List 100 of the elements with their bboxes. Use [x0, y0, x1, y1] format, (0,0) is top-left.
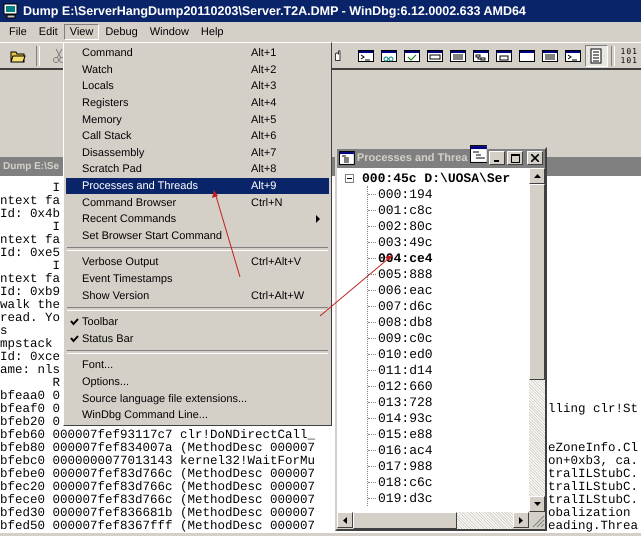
menu-item[interactable]: Disassembly Alt+7	[66, 144, 329, 162]
document-icon[interactable]	[588, 48, 604, 64]
menu-item[interactable]: Debug	[99, 24, 144, 40]
window-title: Processes and Threa	[356, 152, 468, 164]
binary-mode-button[interactable]: 101 101	[618, 46, 641, 64]
menu-item[interactable]: Memory Alt+5	[66, 111, 329, 128]
scroll-up-icon[interactable]	[534, 174, 540, 178]
output-text: bfece0 000007fef83d766c (MethodDesc 000007	[0, 494, 316, 507]
menu-item[interactable]: Command Alt+1	[66, 45, 329, 62]
close-button[interactable]	[527, 151, 543, 165]
menu-item[interactable]: Call Stack Alt+6	[66, 128, 329, 145]
output-text: tralILStubC.	[548, 494, 638, 507]
menu-item[interactable]: Event Timestamps	[66, 270, 329, 288]
minimize-button[interactable]	[489, 151, 506, 165]
window-icon[interactable]	[470, 145, 488, 163]
collapse-icon[interactable]	[345, 174, 354, 182]
thread-node[interactable]: 014:93c	[378, 410, 433, 426]
blank-window-icon[interactable]	[519, 48, 536, 64]
thread-node[interactable]: 012:660	[378, 378, 433, 394]
scroll-left-icon[interactable]	[343, 516, 347, 524]
glasses-window-icon[interactable]	[381, 48, 398, 64]
menu-item[interactable]: Font...	[66, 357, 329, 374]
close-icon	[531, 154, 540, 162]
menu-item[interactable]: Command Browser Ctrl+N	[66, 194, 329, 211]
output-text: bfed50 000007fef8367fff (MethodDesc 000007	[0, 520, 316, 533]
list-window-icon[interactable]	[542, 48, 558, 64]
output-text: Id: 0xe5	[0, 247, 60, 260]
menu-item[interactable]: Scratch Pad Alt+8	[66, 161, 329, 178]
output-text: bfeb20 0	[0, 416, 60, 429]
thread-node[interactable]: 019:d3c	[378, 490, 433, 506]
menu-item[interactable]: Verbose Output Ctrl+Alt+V	[66, 254, 329, 271]
window-check-icon[interactable]	[404, 48, 420, 64]
menu-item[interactable]: Show Version Ctrl+Alt+W	[66, 287, 329, 304]
output-text: ntext fa	[0, 234, 60, 247]
menu-item[interactable]: File	[3, 24, 33, 40]
output-text: eading.Threa	[548, 520, 638, 533]
monitor-icon	[3, 3, 19, 19]
menu-item[interactable]: Options...	[66, 374, 329, 390]
thread-node[interactable]: 016:ac4	[378, 442, 433, 458]
menu-item[interactable]: Registers Alt+4	[66, 94, 329, 112]
menu-item[interactable]: Edit	[32, 24, 64, 40]
process-node[interactable]: 000:45c D:\UOSA\Ser	[362, 170, 510, 186]
thread-node[interactable]: 009:c0c	[378, 330, 433, 346]
output-text: eZoneInfo.Cl	[548, 442, 638, 455]
hex-window-icon[interactable]	[427, 48, 444, 64]
menu-item[interactable]: Status Bar	[66, 330, 329, 348]
output-text: s	[0, 325, 8, 338]
thread-node[interactable]: 002:80c	[378, 218, 433, 234]
vertical-scrollbar[interactable]	[529, 168, 545, 512]
thread-node[interactable]: 006:eac	[378, 282, 433, 298]
menu-item[interactable]: Source language file extensions...	[66, 390, 329, 407]
output-text: bfebe0 000007fef83d766c (MethodDesc 000007	[0, 468, 316, 481]
menu-item[interactable]: WinDbg Command Line...	[66, 406, 329, 424]
thread-node[interactable]: 007:d6c	[378, 298, 433, 314]
output-text: Id: 0xce	[0, 351, 60, 364]
output-text: ntext fa	[0, 273, 60, 286]
scroll-down-icon[interactable]	[534, 502, 540, 506]
menu-item[interactable]: Processes and Threads Alt+9	[66, 178, 329, 194]
output-text: R	[52, 377, 60, 390]
output-text: bfed30 000007fef836681b (MethodDesc 000007	[0, 507, 316, 520]
thread-node[interactable]: 015:e88	[378, 426, 433, 442]
console-window-icon[interactable]	[565, 48, 582, 64]
menu-item[interactable]: Set Browser Start Command	[66, 228, 329, 244]
menu-item[interactable]: Window	[144, 24, 195, 40]
menu-item[interactable]: Locals Alt+3	[66, 78, 329, 95]
menu-item[interactable]: Toolbar	[66, 314, 329, 330]
register-window-icon[interactable]	[496, 48, 512, 64]
list-window-icon[interactable]	[450, 48, 466, 64]
output-text: tralILStubC.	[548, 468, 638, 481]
thread-node[interactable]: 013:728	[378, 394, 433, 410]
thread-node[interactable]: 011:d14	[378, 362, 433, 378]
output-text: bfeaa0 0	[0, 390, 60, 403]
tree-window-icon[interactable]	[473, 48, 490, 64]
thread-node[interactable]: 017:988	[378, 458, 433, 474]
menu-item[interactable]: View	[64, 24, 100, 40]
thread-node[interactable]: 018:c6c	[378, 474, 433, 490]
menu-item[interactable]: Recent Commands	[66, 210, 329, 228]
output-text: I	[52, 182, 60, 195]
maximize-button[interactable]	[507, 151, 524, 165]
thread-node[interactable]: 000:194	[378, 186, 433, 202]
thread-node[interactable]: 008:db8	[378, 314, 433, 330]
tree-window-icon[interactable]	[339, 151, 355, 165]
output-text: obalization	[548, 507, 631, 520]
scroll-right-icon[interactable]	[519, 516, 523, 524]
output-text: walk the	[0, 299, 60, 312]
output-text: tralILStubC.	[548, 481, 638, 494]
console-window-icon[interactable]	[358, 48, 374, 64]
output-text: I	[52, 260, 60, 273]
window-title: Dump E:\ServerHangDump20110203\Server.T2A.DMP - WinDbg:6.12.0002.633 AMD64	[23, 4, 526, 18]
output-text: Id: 0xb9	[0, 286, 60, 299]
horizontal-scrollbar[interactable]	[337, 512, 529, 529]
menu-item[interactable]: Watch Alt+2	[66, 62, 329, 78]
menu-item[interactable]: Help	[194, 24, 230, 40]
thread-node[interactable]: 005:888	[378, 266, 433, 282]
output-text: Id: 0x4b	[0, 208, 60, 221]
thread-node[interactable]: 001:c8c	[378, 202, 433, 218]
output-text: lling clr!St	[548, 403, 638, 416]
output-text: on+0xb3, ca.	[548, 455, 638, 468]
thread-node[interactable]: 003:49c	[378, 234, 433, 250]
thread-node[interactable]: 010:ed0	[378, 346, 433, 362]
